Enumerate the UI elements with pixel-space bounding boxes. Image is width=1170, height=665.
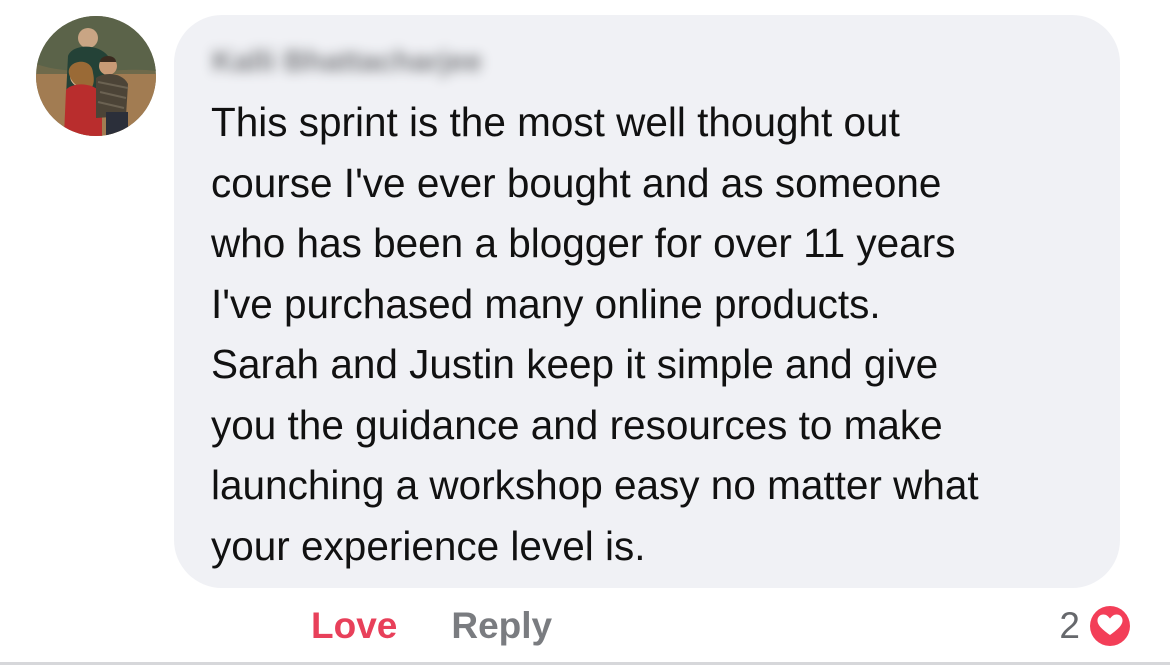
avatar-photo <box>36 16 156 136</box>
comment-author-name[interactable]: Kalli Bhattacharjee <box>212 44 562 80</box>
reaction-count: 2 <box>1059 605 1080 646</box>
comment-actions: Love Reply <box>311 603 552 649</box>
comment-text: This sprint is the most well thought out… <box>211 99 979 569</box>
avatar[interactable] <box>36 16 156 136</box>
reaction-summary[interactable]: 2 <box>1059 600 1136 652</box>
comment-container: Kalli Bhattacharjee This sprint is the m… <box>0 0 1170 665</box>
reply-button[interactable]: Reply <box>451 605 552 647</box>
heart-reaction-icon <box>1084 600 1136 652</box>
love-button[interactable]: Love <box>311 605 397 647</box>
